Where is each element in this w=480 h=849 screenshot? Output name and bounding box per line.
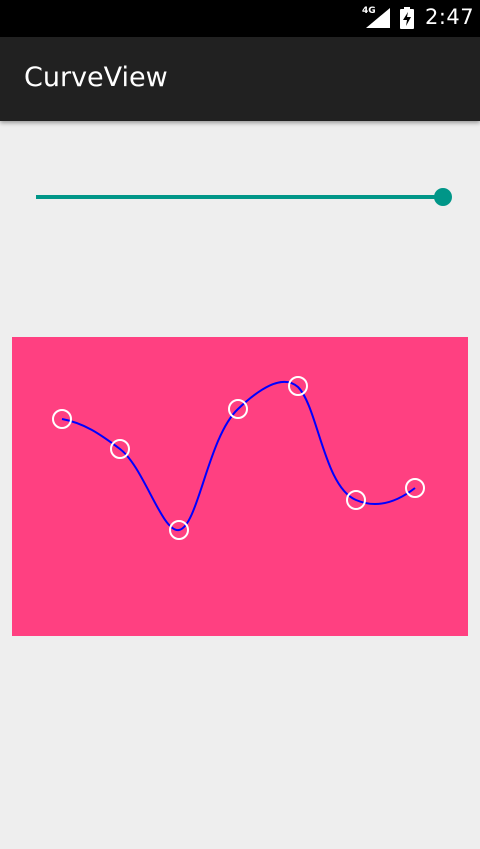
clock: 2:47 [425, 5, 475, 29]
seek-bar-thumb[interactable] [434, 188, 452, 206]
battery-charging-icon [400, 7, 414, 29]
curve-background [12, 337, 468, 636]
curve-canvas[interactable] [12, 337, 468, 636]
seek-bar[interactable] [36, 186, 452, 210]
curve-view[interactable] [12, 337, 468, 636]
status-bar: 4G 2:47 [0, 0, 480, 37]
signal-icon [366, 8, 390, 28]
app-title: CurveView [24, 62, 168, 93]
app-bar: CurveView [0, 37, 480, 121]
seek-bar-track[interactable] [36, 195, 443, 199]
